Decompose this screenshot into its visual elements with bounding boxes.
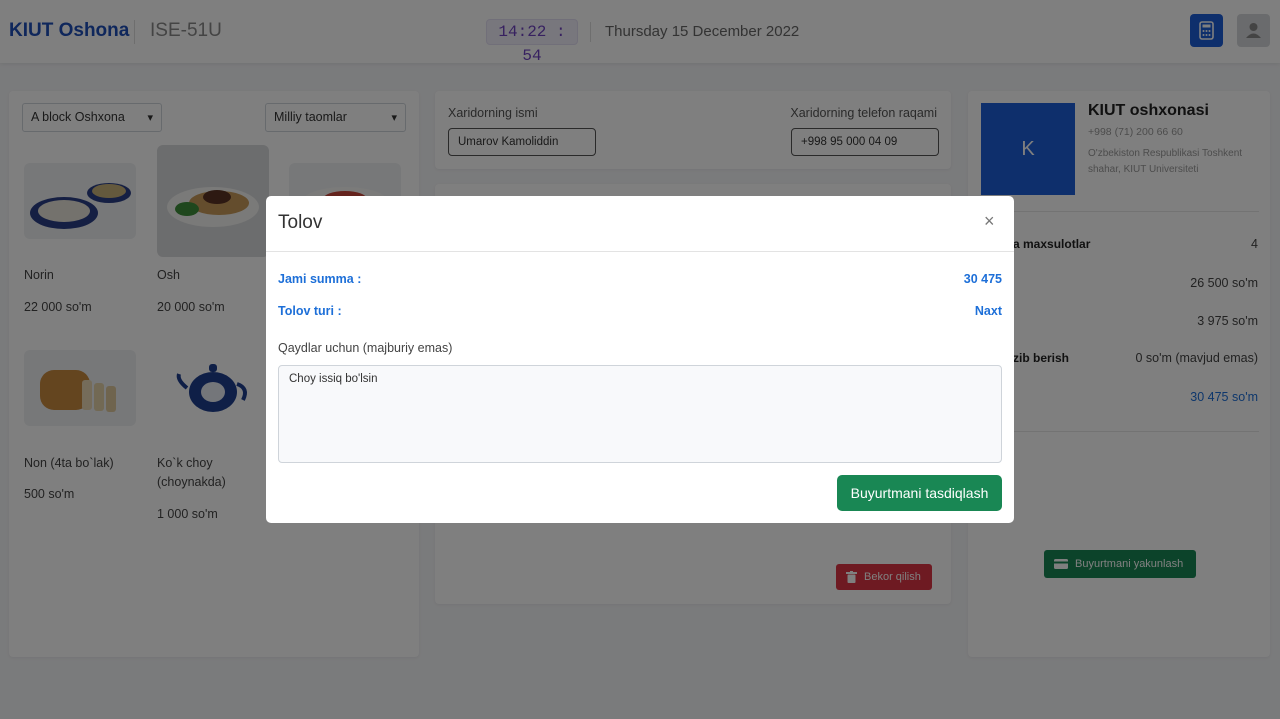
- close-icon[interactable]: ×: [984, 211, 995, 232]
- payment-type-value[interactable]: Naxt: [975, 304, 1002, 318]
- confirm-order-button[interactable]: Buyurtmani tasdiqlash: [837, 475, 1002, 511]
- modal-title: Tolov: [278, 212, 323, 233]
- payment-type-label: Tolov turi :: [278, 304, 342, 318]
- payment-modal: Tolov × Jami summa : 30 475 Tolov turi :…: [266, 196, 1014, 523]
- modal-divider: [266, 251, 1014, 252]
- notes-textarea[interactable]: Choy issiq bo'lsin: [278, 365, 1002, 463]
- total-sum-value: 30 475: [963, 272, 1002, 286]
- total-sum-label: Jami summa :: [278, 272, 362, 286]
- notes-label: Qaydlar uchun (majburiy emas): [278, 341, 453, 355]
